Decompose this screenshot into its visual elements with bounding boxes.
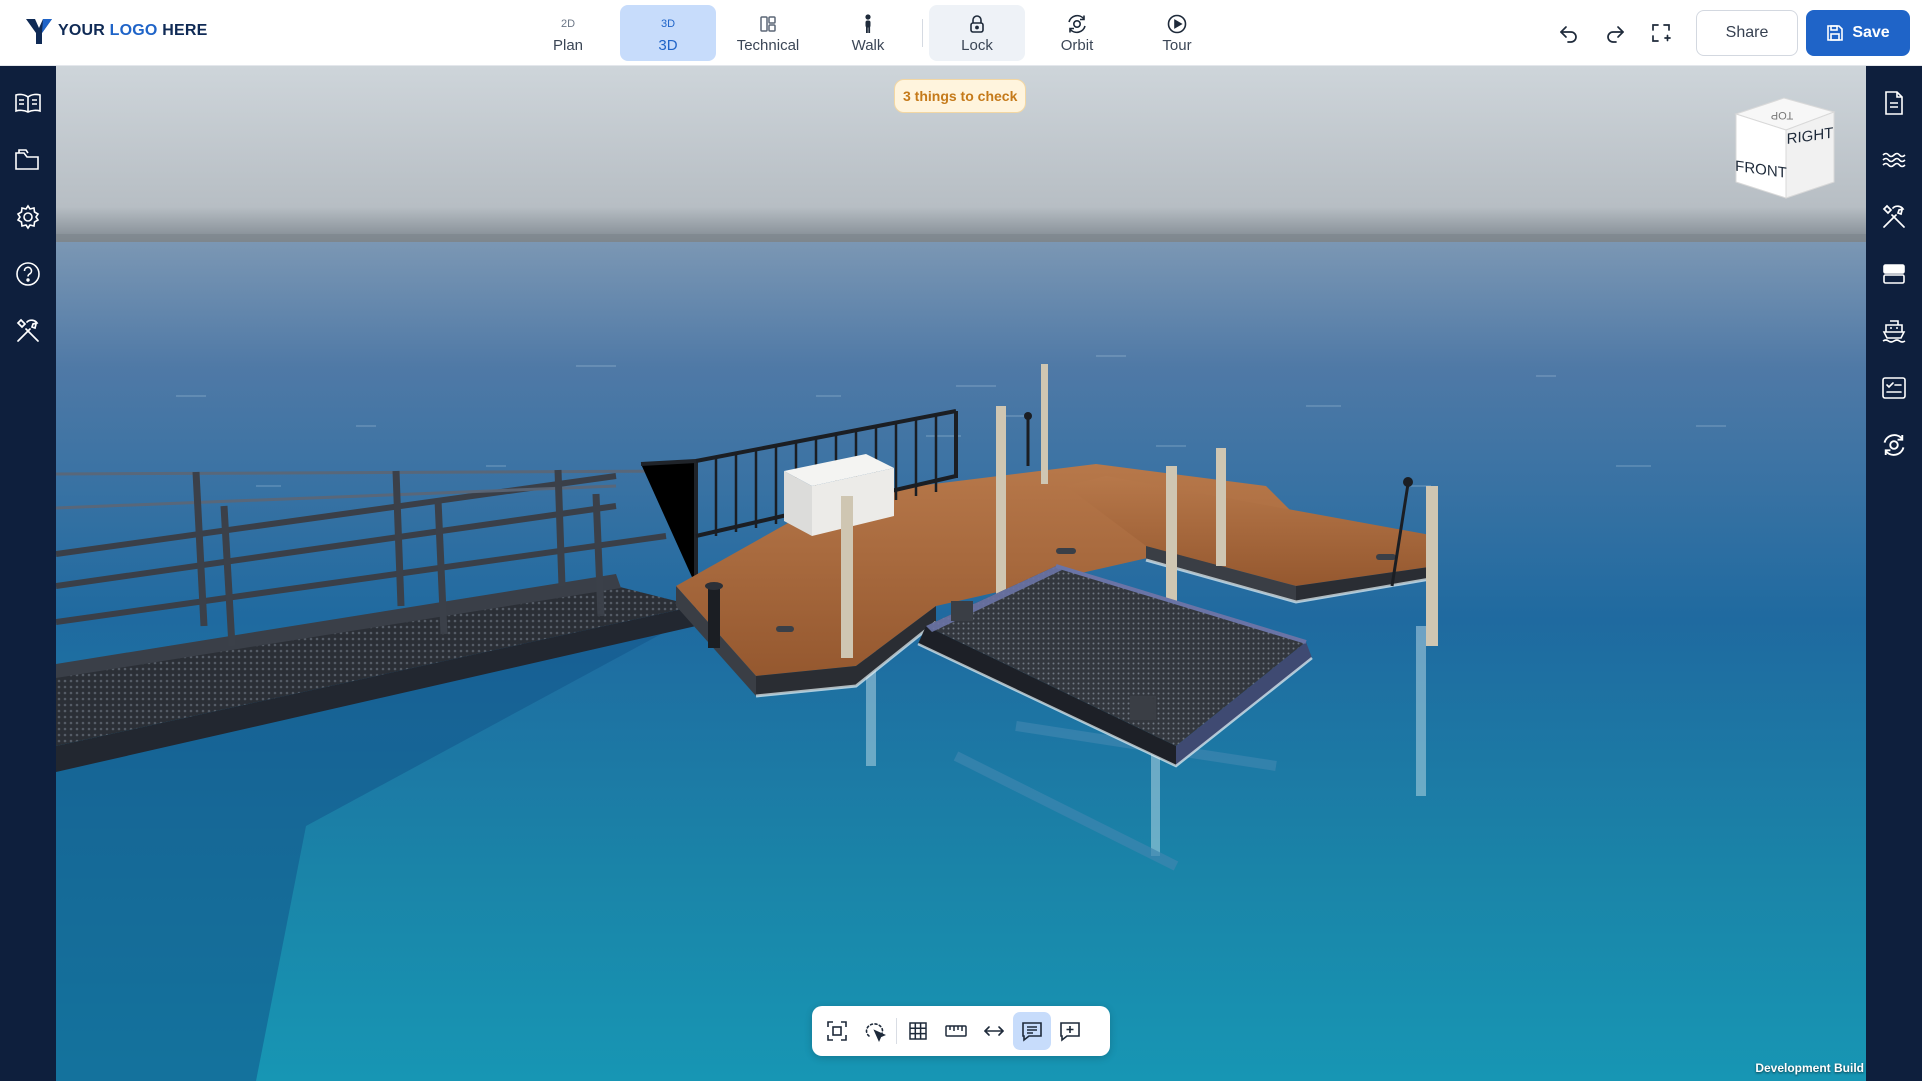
play-circle-icon [1167, 14, 1187, 33]
view-mode-walk-label: Walk [851, 36, 885, 54]
save-button[interactable]: Save [1806, 10, 1910, 56]
layout-icon [760, 15, 776, 32]
issues-check-badge[interactable]: 3 things to check [894, 79, 1027, 113]
comment-add-icon [1060, 1022, 1080, 1042]
comment-list-icon [1022, 1022, 1042, 1042]
view-cube[interactable]: TOP FRONT RIGHT [1716, 86, 1856, 216]
left-sidebar [0, 66, 56, 1081]
tool-add-comment[interactable] [1051, 1012, 1089, 1050]
sidebar-item-build-tools[interactable] [1866, 188, 1922, 245]
tool-dimension[interactable] [975, 1012, 1013, 1050]
lock-icon [970, 14, 984, 33]
dock-scene-render[interactable] [56, 66, 1866, 1081]
redo-button[interactable] [1592, 9, 1638, 57]
walk-person-icon [865, 13, 871, 33]
document-icon [1885, 90, 1903, 115]
view-mode-technical-label: Technical [736, 36, 800, 54]
view-mode-3d-label: 3D [658, 36, 678, 54]
sidebar-item-tools[interactable] [0, 302, 56, 359]
top-bar: YOUR LOGO HERE 2D Plan 3D 3D Technical W… [0, 0, 1922, 66]
sidebar-item-settings[interactable] [0, 188, 56, 245]
view-mode-walk[interactable]: Walk [820, 5, 916, 61]
tools-icon [16, 318, 39, 342]
water-waves-icon [1882, 152, 1906, 167]
view-mode-plan[interactable]: 2D Plan [520, 5, 616, 61]
view-mode-plan-tag: 2D [560, 17, 576, 30]
arrows-horizontal-icon [984, 1026, 1004, 1036]
logo-text: YOUR LOGO HERE [58, 22, 208, 40]
sidebar-item-help[interactable] [0, 245, 56, 302]
orbit-icon [1883, 433, 1905, 456]
tool-lasso-select[interactable] [856, 1012, 894, 1050]
development-build-label: Development Build [1755, 1061, 1864, 1075]
boat-icon [1882, 319, 1906, 343]
redo-icon [1607, 26, 1624, 43]
view-mode-orbit-label: Orbit [1060, 36, 1094, 54]
tool-grid[interactable] [899, 1012, 937, 1050]
tool-comments[interactable] [1013, 1012, 1051, 1050]
view-mode-orbit[interactable]: Orbit [1029, 5, 1125, 61]
ruler-icon [945, 1025, 967, 1037]
focus-select-icon [827, 1021, 847, 1041]
lasso-select-icon [865, 1023, 886, 1042]
logo-text-part2: LOGO [109, 22, 158, 39]
tool-ruler[interactable] [937, 1012, 975, 1050]
right-sidebar [1866, 66, 1922, 1081]
save-icon [1827, 25, 1844, 41]
undo-button[interactable] [1546, 9, 1592, 57]
undo-icon [1560, 26, 1577, 43]
grid-icon [909, 1022, 927, 1040]
view-mode-tour-label: Tour [1162, 36, 1192, 54]
book-open-icon [15, 93, 41, 113]
sidebar-item-guide[interactable] [0, 74, 56, 131]
view-mode-lock[interactable]: Lock [929, 5, 1025, 61]
settings-gear-icon [16, 204, 40, 229]
sidebar-item-orbit[interactable] [1866, 416, 1922, 473]
view-mode-divider [922, 19, 923, 47]
view-mode-technical[interactable]: Technical [720, 5, 816, 61]
logo-text-part3: HERE [157, 22, 208, 39]
fullscreen-icon [1652, 24, 1671, 42]
folder-icon [15, 148, 39, 170]
logo-text-part1: YOUR [58, 22, 110, 39]
layout-rows-icon [1883, 263, 1905, 284]
tool-focus-select[interactable] [818, 1012, 856, 1050]
sidebar-item-layers[interactable] [1866, 245, 1922, 302]
logo-icon [26, 19, 52, 44]
orbit-icon [1068, 14, 1086, 33]
help-circle-icon [16, 261, 40, 286]
view-mode-plan-label: Plan [552, 36, 584, 54]
brand-logo[interactable]: YOUR LOGO HERE [24, 16, 208, 46]
checklist-icon [1882, 376, 1906, 399]
view-mode-3d-tag: 3D [660, 17, 676, 30]
bottom-tool-strip [812, 1006, 1110, 1056]
sidebar-item-water[interactable] [1866, 131, 1922, 188]
sidebar-item-files[interactable] [0, 131, 56, 188]
view-mode-switcher: 2D Plan 3D 3D Technical Walk Lock Orbit … [520, 5, 1229, 61]
sidebar-item-boats[interactable] [1866, 302, 1922, 359]
sidebar-item-checklist[interactable] [1866, 359, 1922, 416]
tool-divider [896, 1018, 897, 1044]
share-button[interactable]: Share [1696, 10, 1798, 56]
3d-viewport[interactable]: 3 things to check TOP FRONT RIGHT Develo… [56, 66, 1866, 1081]
sidebar-item-document[interactable] [1866, 74, 1922, 131]
view-mode-3d[interactable]: 3D 3D [620, 5, 716, 61]
fullscreen-button[interactable] [1638, 9, 1684, 57]
view-mode-tour[interactable]: Tour [1129, 5, 1225, 61]
tools-icon [1882, 204, 1905, 228]
view-cube-top-label[interactable]: TOP [1771, 109, 1793, 121]
save-label: Save [1852, 24, 1890, 41]
top-actions: Share Save [1546, 9, 1910, 57]
view-mode-lock-label: Lock [961, 36, 993, 54]
